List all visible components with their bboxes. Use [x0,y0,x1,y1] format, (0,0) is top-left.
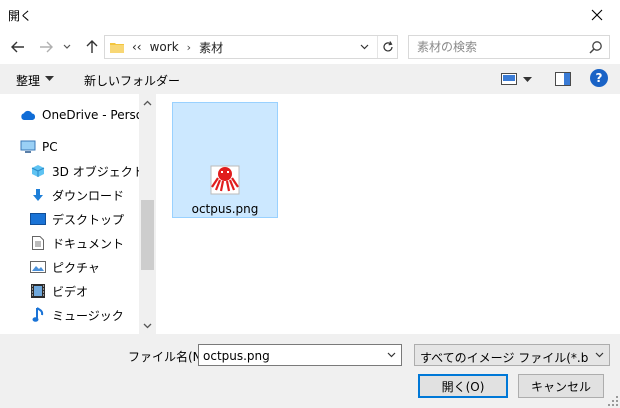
nav-item-pc[interactable]: PC [20,136,58,158]
chevron-down-icon [595,352,603,358]
nav-label: PC [42,140,58,154]
nav-item-music[interactable]: ミュージック [30,304,124,326]
refresh-button[interactable] [377,36,397,58]
nav-item-downloads[interactable]: ダウンロード [30,184,124,206]
search-input[interactable] [417,39,577,55]
back-button[interactable] [8,37,28,57]
videos-icon [30,283,46,299]
organize-button[interactable]: 整理 [16,72,40,89]
navigation-pane: OneDrive - Personal PC 3D オブジェクト ダウンロード … [0,94,156,334]
scroll-thumb[interactable] [141,200,154,270]
forward-button[interactable] [36,37,56,57]
scroll-up-button[interactable] [139,94,156,111]
view-icon [501,73,517,85]
breadcrumb-separator-icon[interactable]: › [187,41,191,54]
nav-label: ピクチャ [52,260,100,275]
title-bar: 開く [0,0,620,30]
file-type-select[interactable]: すべてのイメージ ファイル(*.bmp,*.gif [414,344,610,366]
filename-dropdown-button[interactable] [383,347,399,363]
command-bar: 整理 新しいフォルダー ? [0,64,620,94]
nav-item-desktop[interactable]: デスクトップ [30,208,124,230]
new-folder-button[interactable]: 新しいフォルダー [84,72,180,89]
change-view-button[interactable] [498,70,520,88]
view-options-button[interactable] [520,70,534,88]
close-icon [591,9,603,21]
nav-item-3d-objects[interactable]: 3D オブジェクト [30,160,145,182]
breadcrumb-overflow[interactable]: ‹‹ [132,40,142,54]
cancel-button[interactable]: キャンセル [518,374,604,398]
refresh-icon [382,41,393,52]
chevron-down-icon [387,352,395,358]
nav-label: ドキュメント [52,236,125,251]
arrow-up-icon [86,40,98,53]
octopus-thumbnail [210,165,240,195]
file-item[interactable]: octpus.png [172,102,278,218]
arrow-left-icon [11,41,24,53]
open-button[interactable]: 開く(O) [418,374,508,398]
nav-label: ダウンロード [52,188,125,203]
nav-label: ミュージック [52,308,124,323]
folder-icon [110,43,124,53]
file-type-dropdown-button[interactable] [592,348,606,362]
preview-pane-button[interactable] [552,70,574,88]
file-type-value: すべてのイメージ ファイル(*.bmp,*.gif [420,351,588,365]
help-button[interactable]: ? [590,69,608,87]
search-box[interactable] [408,35,610,59]
onedrive-icon [20,107,36,123]
filename-input[interactable] [203,348,373,363]
scroll-down-button[interactable] [139,317,156,334]
nav-label: ビデオ [52,284,89,299]
pictures-icon [30,259,46,275]
filename-combobox[interactable] [198,344,402,366]
music-icon [30,307,46,323]
breadcrumb-sozai[interactable]: 素材 [199,39,223,56]
nav-item-videos[interactable]: ビデオ [30,280,88,302]
chevron-down-icon [143,323,152,328]
nav-label: デスクトップ [52,212,125,227]
up-button[interactable] [82,37,102,57]
3d-objects-icon [30,163,46,179]
arrow-right-icon [40,41,53,53]
navigation-scrollbar[interactable] [139,94,156,334]
caret-down-icon[interactable] [45,73,54,83]
close-button[interactable] [574,0,620,30]
pc-icon [20,139,36,155]
file-name: octpus.png [191,202,259,216]
resize-grip-icon[interactable] [608,396,618,406]
chevron-down-icon [360,44,368,50]
preview-pane-icon [555,72,571,86]
download-icon [30,187,46,203]
nav-item-pictures[interactable]: ピクチャ [30,256,100,278]
search-icon[interactable] [589,40,603,54]
chevron-down-icon [63,44,71,49]
documents-icon [30,235,46,251]
caret-down-icon [522,77,532,82]
nav-label: 3D オブジェクト [52,164,145,179]
recent-locations-button[interactable] [60,37,74,57]
file-list[interactable]: octpus.png [156,94,620,334]
nav-item-documents[interactable]: ドキュメント [30,232,124,254]
address-dropdown-button[interactable] [355,36,373,58]
window-title: 開く [8,9,33,23]
chevron-up-icon [143,100,152,105]
nav-item-onedrive[interactable]: OneDrive - Personal [20,104,156,126]
address-bar[interactable]: ‹‹ work › 素材 [104,35,398,59]
dialog-footer: ファイル名(N): すべてのイメージ ファイル(*.bmp,*.gif 開く(O… [0,334,620,408]
breadcrumb-work[interactable]: work [150,40,179,54]
desktop-icon [30,211,46,227]
